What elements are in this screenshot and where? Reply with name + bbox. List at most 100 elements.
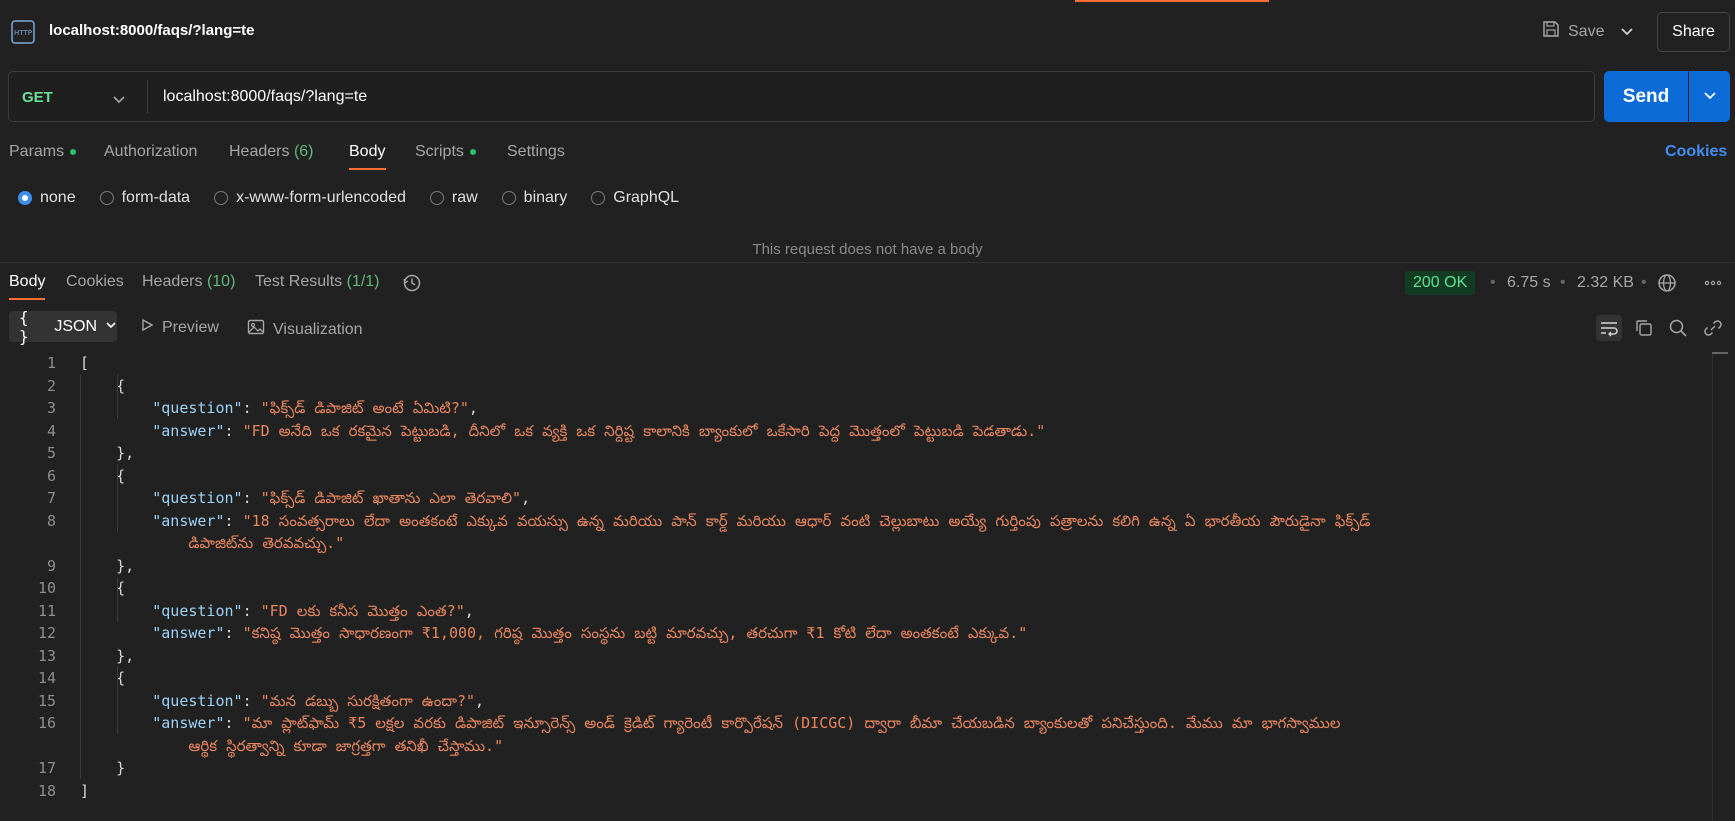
indent-guide <box>80 374 81 779</box>
faq-question: FD లకు కనీస మొత్తం ఎంత? <box>269 601 456 620</box>
save-button[interactable]: Save <box>1542 20 1604 43</box>
send-button[interactable]: Send <box>1604 71 1688 122</box>
code-line: 16 "answer": "మా ప్లాట్‌ఫామ్ ₹5 లక్షల వర… <box>0 712 1712 735</box>
tab-headers[interactable]: Headers (6) <box>229 143 314 161</box>
body-type-binary[interactable]: binary <box>501 189 568 207</box>
tab-settings[interactable]: Settings <box>507 143 565 161</box>
history-icon[interactable] <box>402 273 422 297</box>
tab-body[interactable]: Body <box>349 143 385 161</box>
line-number: 5 <box>46 444 56 462</box>
faq-question: ఫిక్స్‌డ్ డిపాజిట్ ఖాతాను ఎలా తెరవాలి <box>269 489 513 507</box>
params-active-dot <box>70 148 77 155</box>
code-line: 9 }, <box>0 555 1712 578</box>
line-number: 13 <box>37 646 56 665</box>
format-select[interactable]: { } JSON <box>9 308 117 346</box>
globe-icon[interactable] <box>1657 273 1677 297</box>
wrap-lines-icon[interactable] <box>1596 315 1622 341</box>
active-tab-accent <box>1075 0 1269 2</box>
tab-headers-label: Headers <box>229 143 290 160</box>
response-time[interactable]: 6.75 s <box>1507 274 1551 292</box>
code-line: 2 { <box>0 375 1712 398</box>
scrollbar-track[interactable] <box>1712 352 1713 821</box>
cookies-link[interactable]: Cookies <box>1665 143 1727 161</box>
faq-answer-continued: డిపాజిట్‌ను తెరవవచ్చు. <box>188 534 336 552</box>
no-body-message: This request does not have a body <box>752 241 983 258</box>
radio-raw-label: raw <box>451 189 478 206</box>
indent-guide <box>117 464 118 532</box>
meta-separator: • <box>1560 274 1566 291</box>
link-icon[interactable] <box>1700 315 1726 341</box>
share-button[interactable]: Share <box>1657 12 1730 52</box>
preview-button[interactable]: Preview <box>140 318 219 337</box>
braces-icon: { } <box>19 307 29 346</box>
code-line: 15 "question": "మన డబ్బు సురక్షితంగా ఉంద… <box>0 690 1712 713</box>
body-type-urlencoded[interactable]: x-www-form-urlencoded <box>214 189 406 207</box>
copy-icon[interactable] <box>1631 315 1657 341</box>
line-number <box>0 735 56 758</box>
radio-graphql-label: GraphQL <box>613 189 680 206</box>
line-number: 1 <box>46 354 56 372</box>
tab-authorization[interactable]: Authorization <box>104 143 197 161</box>
faq-answer: 18 సంవత్సరాలు లేదా అంతకంటే ఎక్కువ వయస్సు… <box>251 511 1371 530</box>
radio-form-data-label: form-data <box>121 189 191 206</box>
request-tab-title[interactable]: localhost:8000/faqs/?lang=te <box>49 22 254 39</box>
radio-binary[interactable] <box>501 191 516 205</box>
code-line: 14 { <box>0 667 1712 690</box>
radio-none[interactable] <box>18 191 32 205</box>
body-type-options: none form-data x-www-form-urlencoded raw… <box>18 189 703 207</box>
response-tab-tests[interactable]: Test Results (1/1) <box>255 273 380 291</box>
indent-guide <box>117 667 118 734</box>
response-size[interactable]: 2.32 KB <box>1577 274 1634 292</box>
radio-raw[interactable] <box>429 191 444 205</box>
tab-scripts[interactable]: Scripts <box>415 143 476 161</box>
radio-urlencoded[interactable] <box>214 191 229 205</box>
method-chevron-down-icon[interactable] <box>112 92 126 110</box>
response-tab-body[interactable]: Body <box>9 273 45 291</box>
preview-label: Preview <box>162 318 219 336</box>
line-number: 6 <box>46 466 56 485</box>
send-options-button[interactable] <box>1689 71 1730 122</box>
response-tests-count: (1/1) <box>346 273 380 290</box>
url-input[interactable]: localhost:8000/faqs/?lang=te <box>163 88 367 106</box>
tab-params[interactable]: Params <box>9 143 77 161</box>
line-number: 10 <box>37 579 56 597</box>
save-options-chevron-down-icon[interactable] <box>1620 24 1634 42</box>
meta-separator: • <box>1641 274 1647 291</box>
radio-form-data[interactable] <box>99 191 114 205</box>
response-headers-count: (10) <box>206 273 236 290</box>
play-icon <box>140 318 154 337</box>
method-select[interactable]: GET <box>22 89 53 106</box>
body-type-graphql[interactable]: GraphQL <box>591 189 679 207</box>
faq-answer-continued: ఆర్థిక స్థిరత్వాన్ని కూడా జాగ్రత్తగా తని… <box>188 736 495 755</box>
response-active-underline <box>9 298 45 300</box>
body-type-form-data[interactable]: form-data <box>99 189 191 207</box>
code-line: 10 { <box>0 577 1712 600</box>
scrollbar-thumb[interactable] <box>1712 352 1728 354</box>
save-icon <box>1542 20 1560 43</box>
meta-separator: • <box>1490 274 1496 291</box>
body-type-raw[interactable]: raw <box>429 189 478 207</box>
chevron-down-icon <box>1703 88 1717 106</box>
line-number: 12 <box>37 624 56 642</box>
radio-graphql[interactable] <box>591 191 606 205</box>
radio-binary-label: binary <box>523 189 568 206</box>
code-line: 3 "question": "ఫిక్స్‌డ్ డిపాజిట్ అంటే ఏ… <box>0 397 1712 420</box>
response-json-viewer[interactable]: 1[ 2 { 3 "question": "ఫిక్స్‌డ్ డిపాజిట్… <box>0 352 1712 802</box>
line-number: 15 <box>37 691 56 710</box>
status-badge[interactable]: 200 OK <box>1405 271 1476 295</box>
image-icon <box>247 318 265 341</box>
search-icon[interactable] <box>1665 315 1691 341</box>
body-type-none[interactable]: none <box>18 189 76 207</box>
code-line: 8 "answer": "18 సంవత్సరాలు లేదా అంతకంటే … <box>0 510 1712 533</box>
code-line: డిపాజిట్‌ను తెరవవచ్చు." <box>0 532 1712 555</box>
code-line: 7 "question": "ఫిక్స్‌డ్ డిపాజిట్ ఖాతాను… <box>0 487 1712 510</box>
faq-answer: కనిష్ఠ మొత్తం సాధారణంగా ₹1,000, గరిష్ఠ మ… <box>251 624 1019 642</box>
code-line: 13 }, <box>0 645 1712 668</box>
more-options-icon[interactable] <box>1703 273 1723 298</box>
pane-divider[interactable] <box>0 262 1735 263</box>
response-tab-cookies[interactable]: Cookies <box>66 273 124 291</box>
response-tab-headers[interactable]: Headers (10) <box>142 273 235 291</box>
visualization-label: Visualization <box>273 320 363 338</box>
visualization-button[interactable]: Visualization <box>247 318 363 341</box>
line-number: 11 <box>37 601 56 620</box>
